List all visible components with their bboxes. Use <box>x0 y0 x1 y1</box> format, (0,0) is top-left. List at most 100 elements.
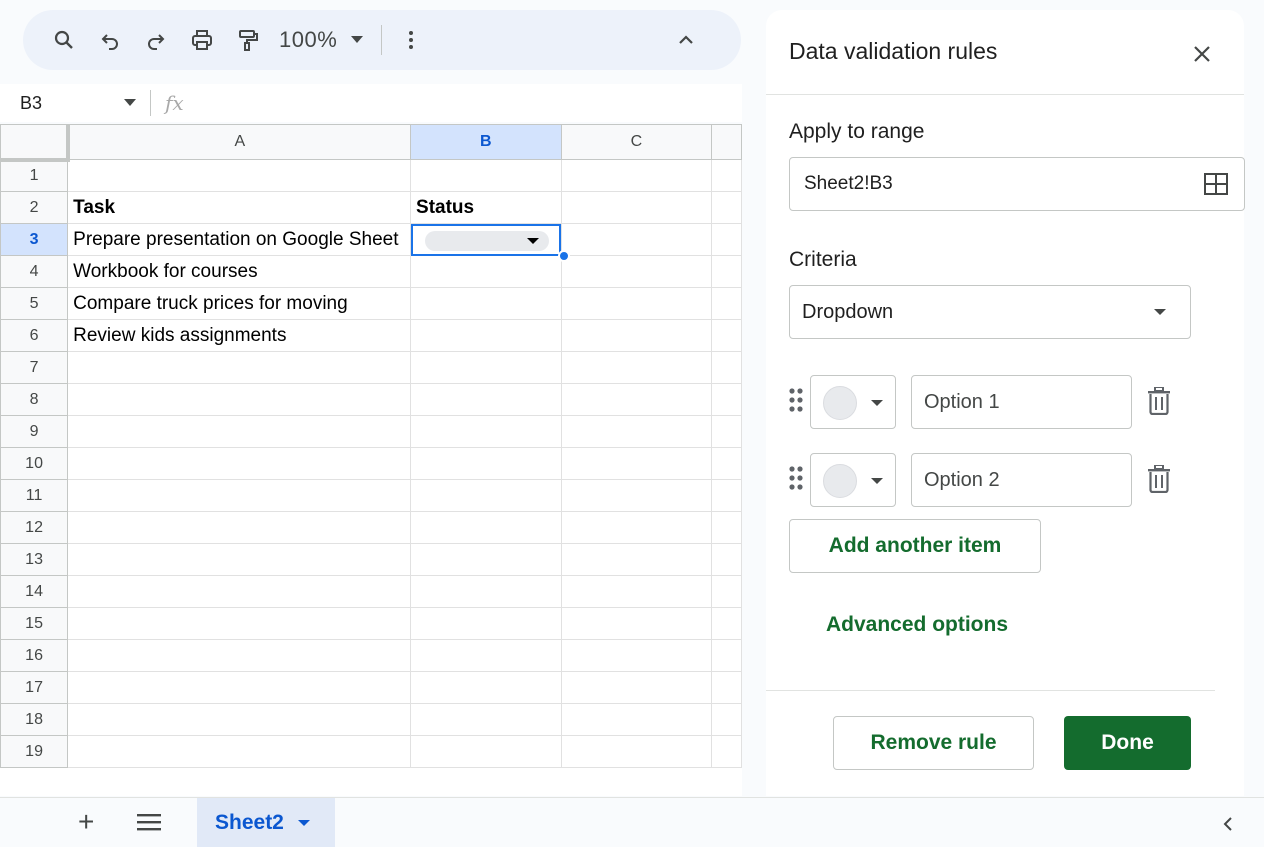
cell-a[interactable] <box>67 543 412 576</box>
cell-b[interactable] <box>410 351 562 384</box>
cell-a[interactable] <box>67 159 412 192</box>
cell-d[interactable] <box>711 479 742 512</box>
cell-b[interactable] <box>410 319 562 352</box>
cell-a[interactable] <box>67 415 412 448</box>
chevron-down-icon[interactable] <box>297 820 310 826</box>
cell-a[interactable]: Compare truck prices for moving <box>67 287 412 320</box>
search-icon[interactable] <box>47 23 81 57</box>
cell-c[interactable] <box>560 607 713 640</box>
cell-b[interactable] <box>410 447 562 480</box>
cell-a[interactable] <box>67 671 412 704</box>
cell-d[interactable] <box>711 351 742 384</box>
cell-c[interactable] <box>560 703 713 736</box>
cell-c[interactable] <box>560 543 713 576</box>
name-box[interactable]: B3 <box>0 93 150 114</box>
cell-b[interactable] <box>410 639 562 672</box>
row-header[interactable]: 10 <box>0 447 69 480</box>
cell-a[interactable]: Task <box>67 191 412 224</box>
row-header[interactable]: 7 <box>0 351 69 384</box>
cell-b[interactable]: Status <box>410 191 562 224</box>
cell-d[interactable] <box>711 255 742 288</box>
cell-d[interactable] <box>711 607 742 640</box>
row-header[interactable]: 3 <box>0 223 69 256</box>
option-input[interactable]: Option 1 <box>911 375 1132 429</box>
selected-cell-b3[interactable] <box>410 223 562 256</box>
add-another-item-button[interactable]: Add another item <box>789 519 1041 573</box>
cell-b[interactable] <box>410 511 562 544</box>
cell-d[interactable] <box>711 639 742 672</box>
cell-d[interactable] <box>711 575 742 608</box>
cell-c[interactable] <box>560 735 713 768</box>
cell-d[interactable] <box>711 159 742 192</box>
row-header[interactable]: 13 <box>0 543 69 576</box>
cell-d[interactable] <box>711 735 742 768</box>
sheet-tab-sheet2[interactable]: Sheet2 <box>197 798 335 847</box>
add-sheet-icon[interactable]: + <box>78 808 94 836</box>
chevron-left-icon[interactable] <box>1222 816 1234 837</box>
cell-a[interactable] <box>67 383 412 416</box>
cell-c[interactable] <box>560 159 713 192</box>
all-sheets-icon[interactable] <box>137 813 161 836</box>
cell-a[interactable] <box>67 479 412 512</box>
cell-c[interactable] <box>560 287 713 320</box>
cell-a[interactable] <box>67 351 412 384</box>
cell-c[interactable] <box>560 191 713 224</box>
cell-b[interactable] <box>410 479 562 512</box>
cell-b[interactable] <box>410 287 562 320</box>
column-header-a[interactable]: A <box>67 124 412 160</box>
cell-d[interactable] <box>711 191 742 224</box>
more-vert-icon[interactable] <box>394 23 428 57</box>
drag-handle-icon[interactable] <box>788 465 804 496</box>
cell-a[interactable] <box>67 735 412 768</box>
row-header[interactable]: 6 <box>0 319 69 352</box>
row-header[interactable]: 2 <box>0 191 69 224</box>
column-header-b[interactable]: B <box>410 124 562 160</box>
row-header[interactable]: 8 <box>0 383 69 416</box>
trash-icon[interactable] <box>1146 464 1172 498</box>
paint-format-icon[interactable] <box>231 23 265 57</box>
column-header-d[interactable] <box>711 124 742 160</box>
row-header[interactable]: 1 <box>0 159 69 192</box>
cell-b[interactable] <box>410 607 562 640</box>
row-header[interactable]: 11 <box>0 479 69 512</box>
row-header[interactable]: 9 <box>0 415 69 448</box>
cell-c[interactable] <box>560 575 713 608</box>
option-input[interactable]: Option 2 <box>911 453 1132 507</box>
cell-a[interactable] <box>67 575 412 608</box>
cell-b[interactable] <box>410 735 562 768</box>
dropdown-chip[interactable] <box>425 231 550 251</box>
redo-icon[interactable] <box>139 23 173 57</box>
cell-b[interactable] <box>410 255 562 288</box>
cell-a[interactable]: Review kids assignments <box>67 319 412 352</box>
cell-d[interactable] <box>711 543 742 576</box>
cell-c[interactable] <box>560 351 713 384</box>
cell-b[interactable] <box>410 671 562 704</box>
row-header[interactable]: 5 <box>0 287 69 320</box>
row-header[interactable]: 15 <box>0 607 69 640</box>
cell-b[interactable] <box>410 575 562 608</box>
cell-c[interactable] <box>560 223 713 256</box>
zoom-select[interactable]: 100% <box>279 27 364 53</box>
done-button[interactable]: Done <box>1064 716 1191 770</box>
cell-c[interactable] <box>560 447 713 480</box>
cell-a[interactable]: Workbook for courses <box>67 255 412 288</box>
print-icon[interactable] <box>185 23 219 57</box>
cell-d[interactable] <box>711 319 742 352</box>
row-header[interactable]: 19 <box>0 735 69 768</box>
cell-a[interactable] <box>67 447 412 480</box>
cell-b[interactable] <box>410 543 562 576</box>
cell-d[interactable] <box>711 703 742 736</box>
sheet-grid[interactable]: A B C 1 2 Task Status 3 Prepare presentation … <box>0 124 742 796</box>
cell-d[interactable] <box>711 671 742 704</box>
range-input[interactable]: Sheet2!B3 <box>789 157 1245 211</box>
select-all-corner[interactable] <box>0 124 70 162</box>
row-header[interactable]: 17 <box>0 671 69 704</box>
cell-c[interactable] <box>560 255 713 288</box>
cell-b[interactable] <box>410 159 562 192</box>
cell-c[interactable] <box>560 383 713 416</box>
cell-a[interactable] <box>67 511 412 544</box>
cell-b[interactable] <box>410 703 562 736</box>
option-color-picker[interactable] <box>810 453 896 507</box>
cell-a[interactable] <box>67 639 412 672</box>
undo-icon[interactable] <box>93 23 127 57</box>
